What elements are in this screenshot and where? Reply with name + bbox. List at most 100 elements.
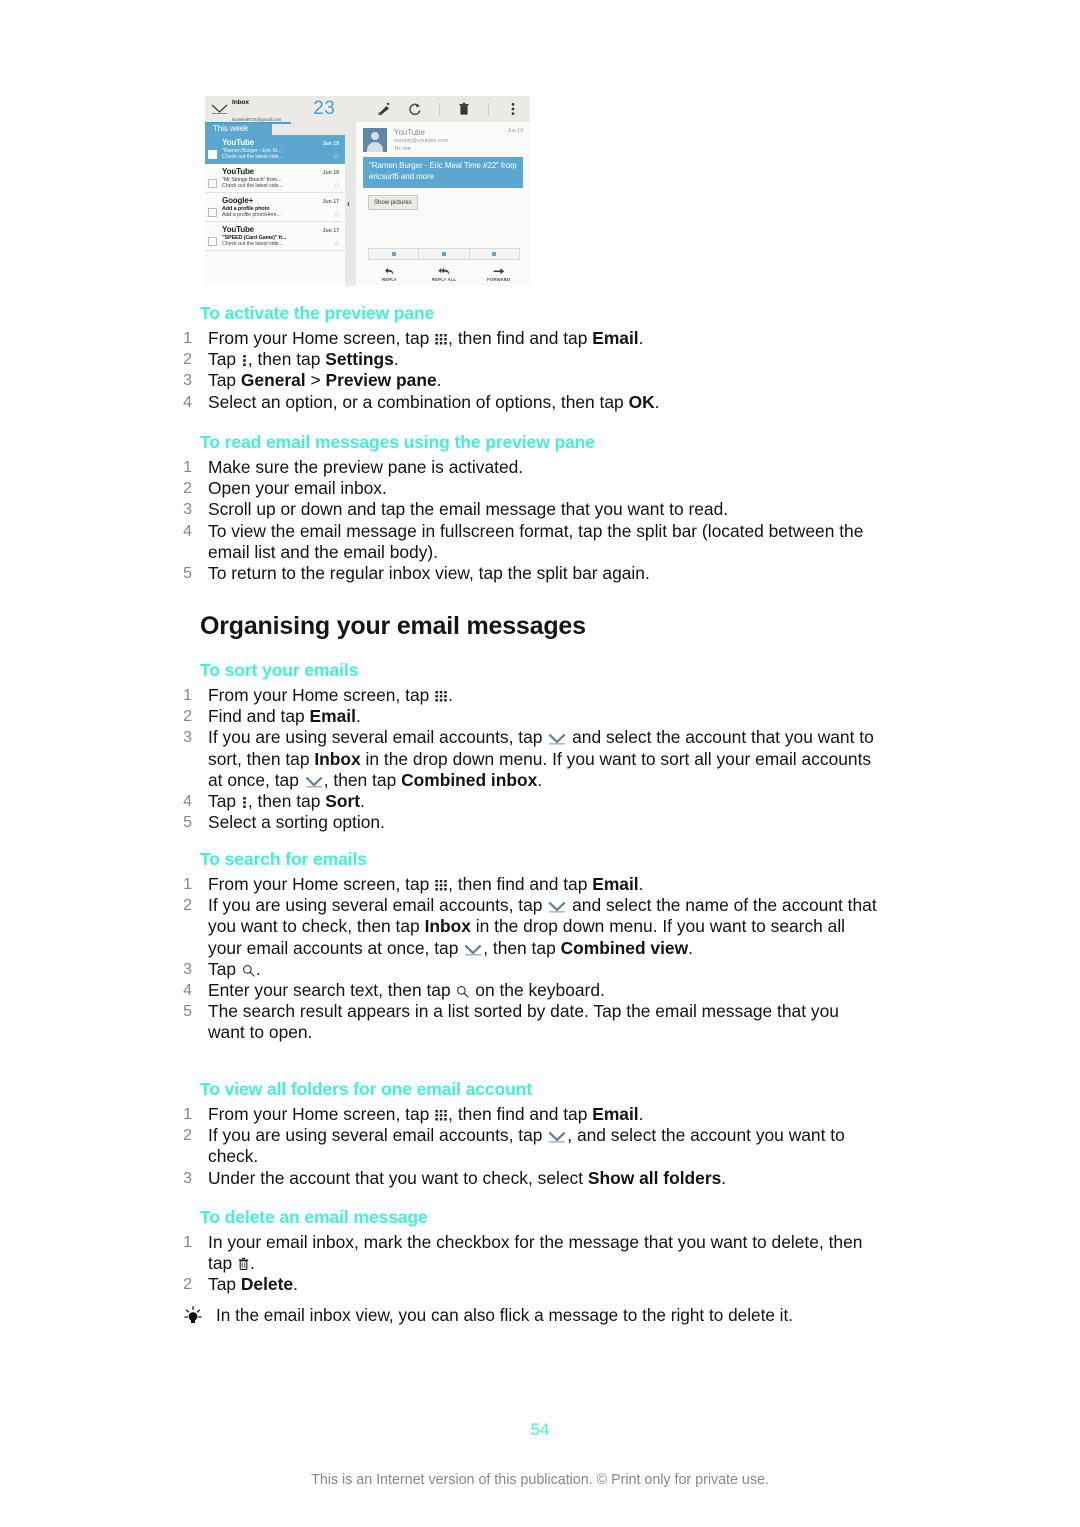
step-item: 3 Scroll up or down and tap the email mes…: [183, 499, 729, 520]
step-item: 4 To view the email message in fullscreen…: [183, 520, 864, 562]
preview-subject-text: "Ramen Burger - Eric Meal Time #22" from…: [369, 161, 517, 181]
envelope-icon: [211, 103, 228, 115]
toolbar-divider: [439, 102, 440, 116]
email-preview-text: Check out the latest vide...: [222, 240, 283, 247]
app-drawer-icon: [435, 691, 447, 702]
search-icon: [242, 964, 255, 977]
step-item: 2 If you are using several email accounts…: [183, 895, 877, 958]
lightbulb-icon: [184, 1306, 202, 1325]
toolbar-divider: [488, 102, 489, 116]
heading-view-all-folders: To view all folders for one email accoun…: [200, 1079, 533, 1099]
step-item: 2 Find and tap Email.: [183, 706, 361, 727]
star-icon[interactable]: ☆: [510, 164, 517, 172]
reply-label: REPLY: [381, 276, 397, 282]
preview-recipient: To: me: [394, 146, 411, 152]
preview-date: Jun 19: [507, 128, 523, 134]
heading-delete-email: To delete an email message: [200, 1207, 428, 1227]
email-sender: YouTube: [222, 225, 254, 234]
email-checkbox[interactable]: [208, 208, 217, 217]
envelope-icon: [548, 902, 566, 913]
chevron-down-icon[interactable]: [511, 150, 522, 163]
steps-search-emails: 1 From your Home screen, tap , then find …: [178, 874, 878, 1044]
envelope-icon: [464, 944, 482, 956]
step-item: 3 Under the account that you want to chec…: [183, 1167, 727, 1188]
preview-sender-email: noreply@youtube.com: [394, 138, 449, 144]
step-item: 1 Make sure the preview pane is activated…: [183, 457, 524, 477]
step-item: 5 The search result appears in a list sor…: [183, 1001, 839, 1043]
step-item: 1 From your Home screen, tap , then find …: [183, 874, 644, 894]
broken-image-icon: [470, 249, 519, 259]
overflow-menu-icon: [243, 797, 246, 809]
step-item: 2 Open your email inbox.: [183, 478, 387, 499]
envelope-icon: [548, 734, 566, 745]
footer-note: This is an Internet version of this publ…: [311, 1472, 769, 1488]
reply-icon: [384, 267, 394, 275]
step-item: 5 Select a sorting option.: [183, 812, 385, 833]
step-item: 2 If you are using several email accounts…: [183, 1125, 845, 1167]
steps-delete-email: 1 In your email inbox, mark the checkbox …: [178, 1232, 878, 1296]
envelope-icon: [305, 776, 323, 788]
reply-all-icon: [437, 267, 449, 275]
envelope-icon: [548, 1132, 566, 1143]
forward-button[interactable]: FORWARD: [471, 263, 526, 285]
list-item[interactable]: YouTube Jun 19 "Ramen Burger - Eric M...…: [205, 135, 345, 164]
step-item: 4 Tap , then tap Sort.: [183, 791, 365, 812]
star-icon[interactable]: ☆: [333, 182, 340, 190]
email-date: Jun 17: [322, 228, 339, 234]
refresh-icon[interactable]: [408, 102, 422, 116]
step-item: 1 From your Home screen, tap , then find …: [183, 1104, 644, 1124]
toolbar-accent-rule: [205, 122, 291, 124]
preview-sender: YouTube: [394, 128, 425, 137]
email-checkbox[interactable]: [208, 237, 217, 246]
manual-page: Inbox tsoseini9726@gmail.com 23 This wee…: [0, 0, 1080, 1527]
step-item: 3 If you are using several email accounts…: [183, 727, 874, 790]
app-drawer-icon: [435, 880, 447, 891]
overflow-menu-icon[interactable]: [506, 102, 520, 116]
unread-count: 23: [313, 98, 336, 119]
email-sender: YouTube: [222, 138, 254, 147]
app-drawer-icon: [435, 334, 447, 345]
phone-app-toolbar: Inbox tsoseini9726@gmail.com 23: [205, 96, 530, 126]
delete-icon: [238, 1258, 249, 1271]
star-icon[interactable]: ☆: [333, 211, 340, 219]
email-preview-pane-screenshot: Inbox tsoseini9726@gmail.com 23 This wee…: [205, 96, 530, 286]
step-item: 2 Tap Delete.: [183, 1274, 298, 1295]
email-checkbox[interactable]: [208, 150, 217, 159]
forward-label: FORWARD: [487, 276, 511, 282]
email-checkbox[interactable]: [208, 179, 217, 188]
email-sender: Google+: [222, 196, 254, 205]
step-item: 1 From your Home screen, tap , then find …: [183, 328, 644, 348]
steps-sort-emails: 1 From your Home screen, tap . 2 Find and …: [178, 685, 880, 833]
show-pictures-button[interactable]: Show pictures: [368, 194, 418, 210]
preview-subject: "Ramen Burger - Eric Meal Time #22" from…: [363, 157, 523, 188]
avatar: [363, 128, 387, 152]
list-item[interactable]: Google+ Jun 17 Add a profile photo Add a…: [205, 193, 345, 222]
email-action-bar: REPLY REPLY ALL FORWARD: [362, 263, 526, 285]
reply-all-button[interactable]: REPLY ALL: [417, 263, 472, 285]
heading-activate-preview-pane: To activate the preview pane: [200, 303, 435, 323]
reply-all-label: REPLY ALL: [431, 276, 457, 282]
page-number: 54: [530, 1420, 550, 1439]
reply-button[interactable]: REPLY: [362, 263, 417, 285]
compose-icon[interactable]: [377, 102, 391, 116]
tip-text: In the email inbox view, you can also fl…: [216, 1305, 794, 1325]
star-icon[interactable]: ☆: [333, 153, 340, 161]
email-preview-text: Check out the latest vide...: [222, 153, 283, 160]
steps-view-all-folders: 1 From your Home screen, tap , then find …: [178, 1104, 878, 1189]
list-item[interactable]: YouTube Jun 18 "Mr Strings Beach" from..…: [205, 164, 345, 193]
email-preview-pane[interactable]: YouTube noreply@youtube.com To: me Jun 1…: [356, 122, 530, 286]
split-bar[interactable]: ‹: [345, 122, 356, 286]
overflow-menu-icon: [243, 355, 246, 367]
steps-read-using-preview-pane: 1 Make sure the preview pane is activated…: [178, 457, 878, 584]
search-icon: [457, 986, 470, 998]
step-item: 4 Enter your search text, then tap on the…: [183, 980, 605, 1001]
delete-icon[interactable]: [457, 102, 471, 116]
email-list[interactable]: This week YouTube Jun 19 "Ramen Burger -…: [205, 122, 345, 286]
app-drawer-icon: [435, 1110, 447, 1121]
list-item[interactable]: YouTube Jun 17 "SPEED (Card Game)" fr...…: [205, 222, 345, 251]
heading-sort-emails: To sort your emails: [200, 660, 359, 680]
step-item: 1 From your Home screen, tap .: [183, 685, 453, 705]
star-icon[interactable]: ☆: [333, 240, 340, 248]
broken-image-icon: [419, 249, 470, 259]
email-date: Jun 19: [322, 141, 339, 147]
